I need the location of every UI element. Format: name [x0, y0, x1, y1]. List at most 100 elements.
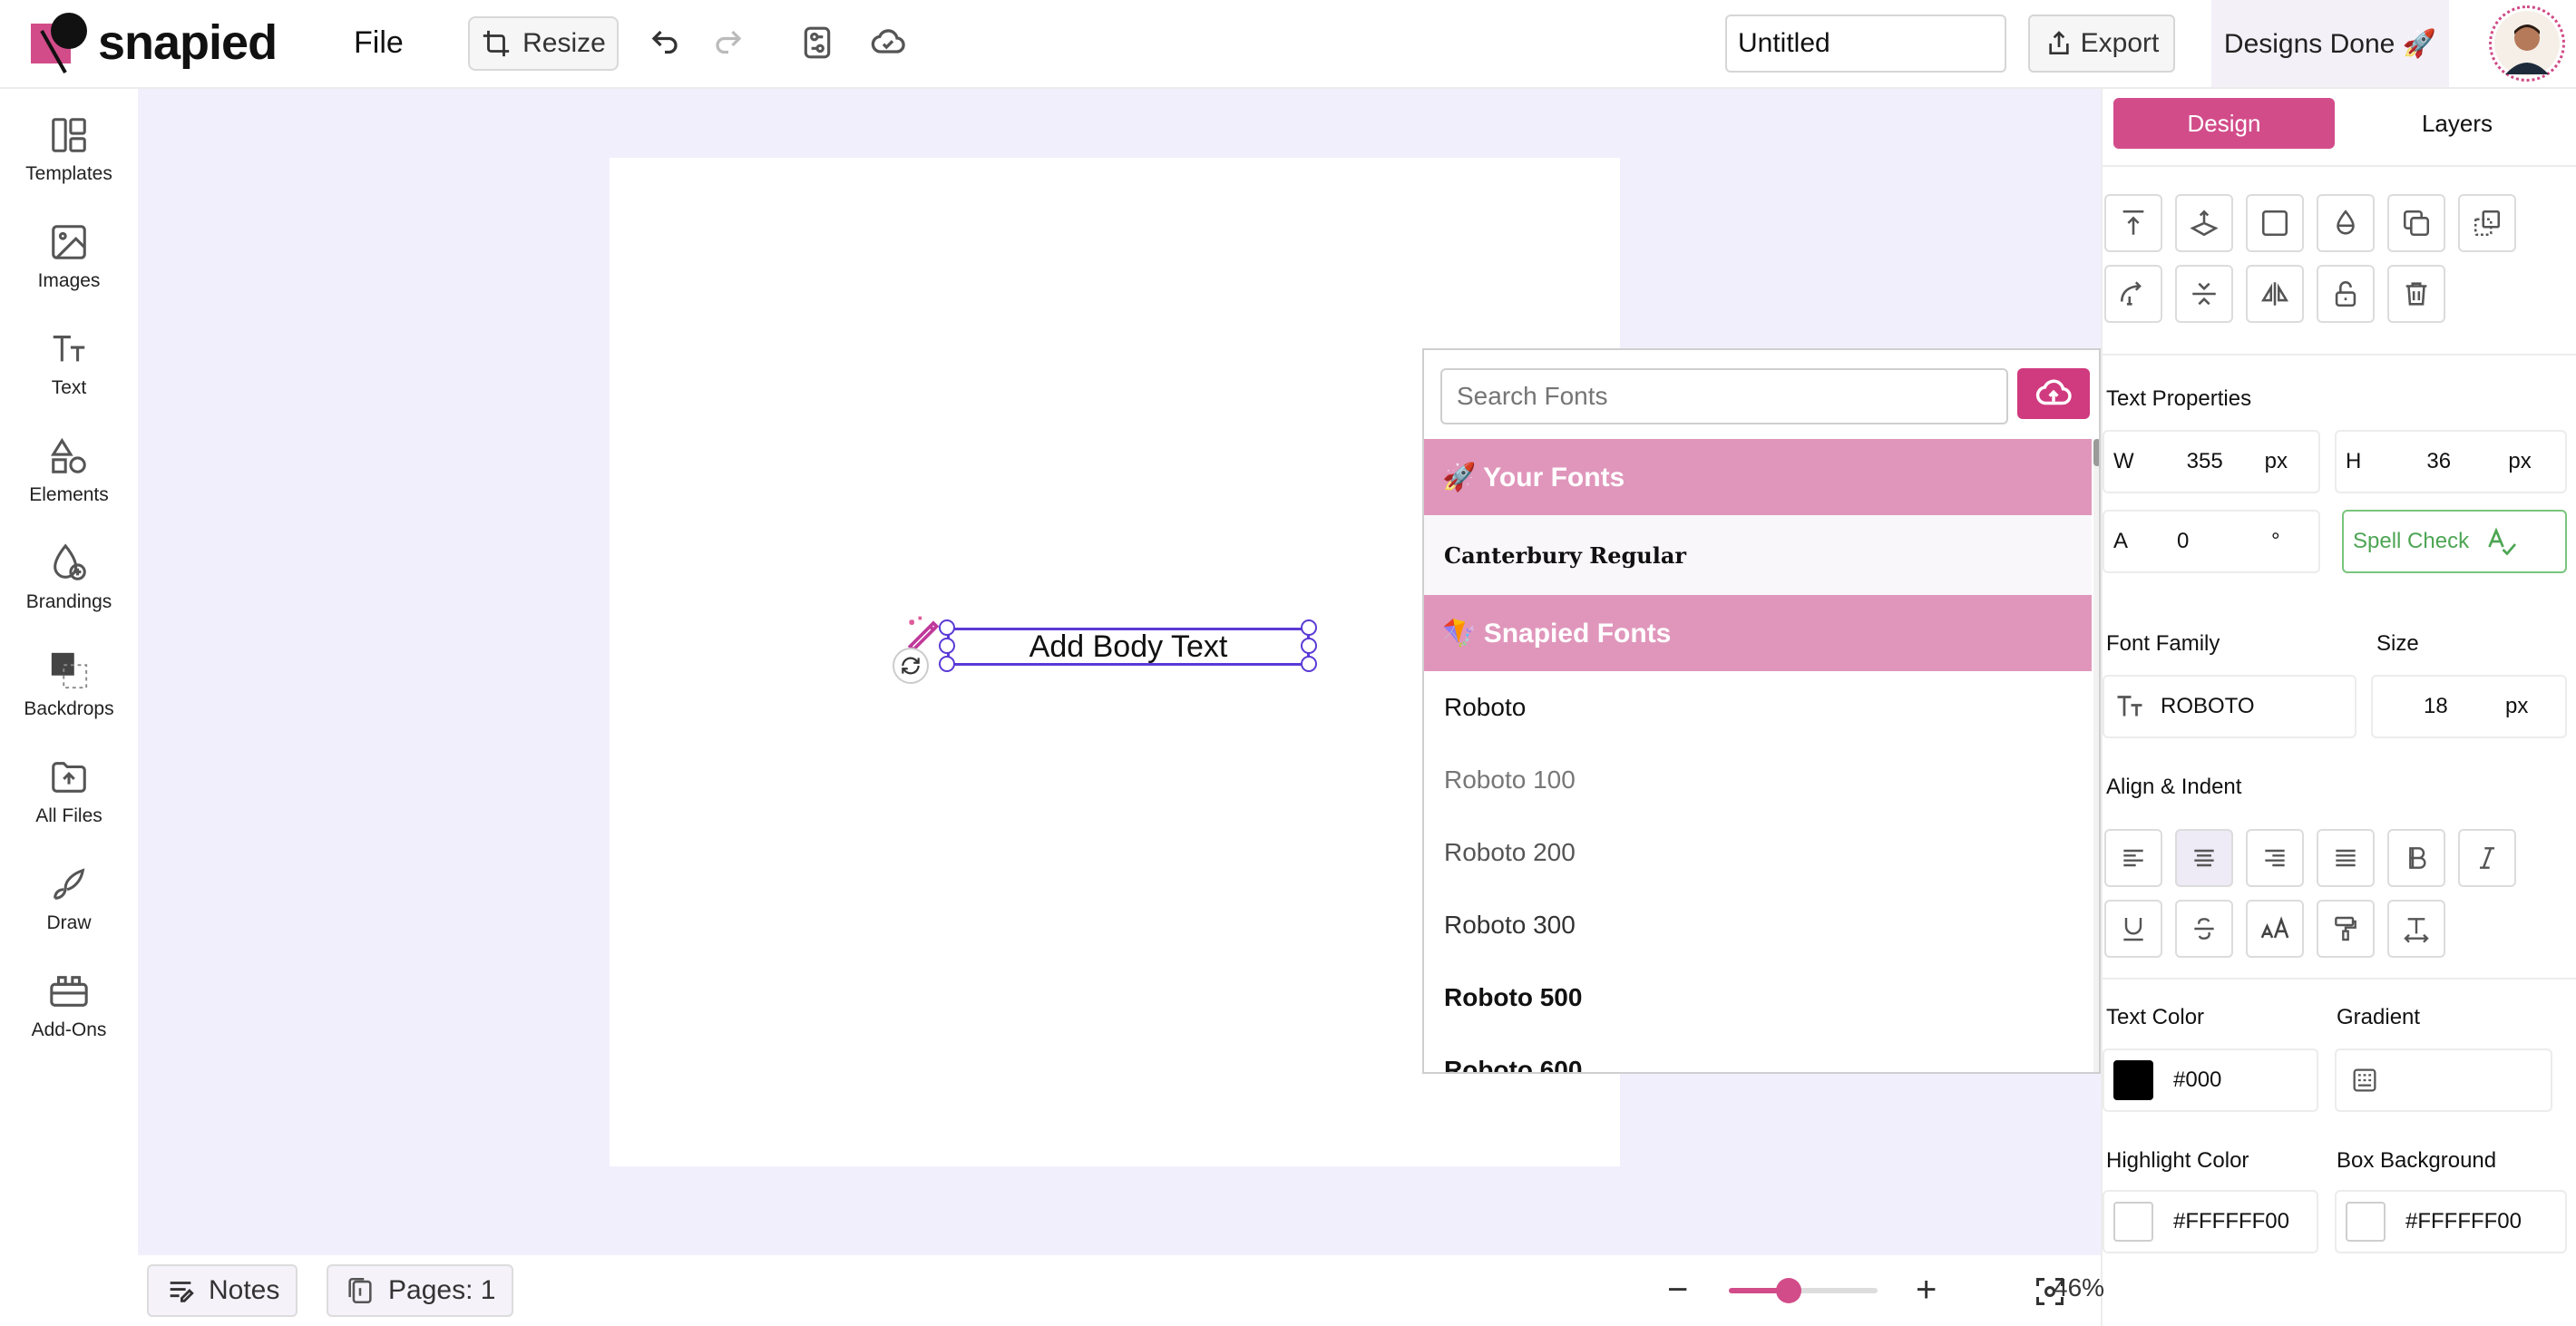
resize-handle-bottom-left[interactable] [939, 656, 955, 672]
highlight-color-swatch[interactable] [2113, 1202, 2153, 1242]
format-painter-button[interactable] [2317, 900, 2375, 958]
designs-done-button[interactable]: Designs Done 🚀 [2211, 0, 2449, 87]
canvas-text: Add Body Text [1029, 629, 1228, 664]
text-spacing-icon [2404, 918, 2429, 943]
sidebar-item-templates[interactable]: Templates [0, 114, 138, 214]
font-option-canterbury[interactable]: Canterbury Regular [1424, 515, 2092, 595]
align-center-vertical-button[interactable] [2175, 265, 2233, 323]
font-option-roboto-600[interactable]: Roboto 600 [1424, 1034, 2092, 1072]
font-list[interactable]: 🚀 Your Fonts Canterbury Regular 🪁 Snapie… [1424, 439, 2092, 1072]
cloud-save-button[interactable] [865, 20, 911, 65]
rotate-handle[interactable] [893, 648, 929, 684]
canvas-text-box[interactable]: Add Body Text [947, 628, 1310, 666]
font-type-icon [2117, 696, 2142, 717]
text-icon [53, 336, 85, 362]
notes-button[interactable]: Notes [147, 1264, 298, 1317]
resize-handle-right[interactable] [1301, 638, 1317, 654]
resize-handle-top-right[interactable] [1301, 619, 1317, 636]
font-family-selector[interactable]: ROBOTO [2103, 675, 2356, 738]
delete-button[interactable] [2387, 265, 2445, 323]
text-case-button[interactable] [2246, 900, 2304, 958]
box-background-swatch[interactable] [2346, 1202, 2386, 1242]
font-option-roboto-100[interactable]: Roboto 100 [1424, 744, 2092, 816]
font-option-roboto-500[interactable]: Roboto 500 [1424, 961, 2092, 1034]
divider [2103, 354, 2576, 356]
app-logo[interactable]: snapied [29, 11, 278, 74]
design-title-input[interactable] [1725, 15, 2006, 73]
sidebar-item-text[interactable]: Text [0, 328, 138, 428]
group-button[interactable] [2458, 194, 2516, 252]
text-properties-title: Text Properties [2106, 386, 2252, 411]
scrollbar-thumb[interactable] [2093, 439, 2099, 466]
sidebar-item-images[interactable]: Images [0, 221, 138, 321]
folder-upload-icon [52, 762, 86, 793]
align-right-button[interactable] [2246, 829, 2304, 887]
zoom-out-button[interactable]: − [1667, 1270, 1688, 1311]
justify-button[interactable] [2317, 829, 2375, 887]
gradient-picker[interactable] [2335, 1048, 2552, 1112]
angle-value[interactable]: 0 [2177, 529, 2259, 554]
zoom-slider[interactable] [1729, 1278, 1878, 1303]
font-search-input[interactable] [1440, 368, 2008, 424]
bold-button[interactable] [2387, 829, 2445, 887]
italic-button[interactable] [2458, 829, 2516, 887]
sidebar-item-all-files[interactable]: All Files [0, 756, 138, 856]
highlight-color-picker[interactable]: #FFFFFF00 [2103, 1190, 2318, 1253]
font-option-roboto-200[interactable]: Roboto 200 [1424, 816, 2092, 889]
resize-handle-left[interactable] [939, 638, 955, 654]
upload-font-button[interactable] [2017, 368, 2090, 419]
align-center-button[interactable] [2175, 829, 2233, 887]
tab-layers[interactable]: Layers [2353, 98, 2561, 149]
angle-field[interactable]: A 0 ° [2103, 510, 2320, 573]
export-button[interactable]: Export [2028, 15, 2175, 73]
text-color-picker[interactable]: #000 [2103, 1048, 2318, 1112]
height-value[interactable]: 36 [2426, 449, 2499, 474]
lock-button[interactable] [2317, 265, 2375, 323]
add-ons-icon [50, 976, 88, 1007]
font-list-scrollbar[interactable] [2093, 439, 2099, 1072]
text-color-swatch[interactable] [2113, 1060, 2153, 1100]
line-spacing-button[interactable] [2387, 900, 2445, 958]
sidebar-item-brandings[interactable]: Brandings [0, 542, 138, 642]
resize-handle-top-left[interactable] [939, 619, 955, 636]
sidebar-item-draw[interactable]: Draw [0, 863, 138, 963]
opacity-button[interactable] [2317, 194, 2375, 252]
spell-check-button[interactable]: Spell Check [2342, 510, 2567, 573]
redo-button[interactable] [706, 20, 751, 65]
undo-button[interactable] [642, 20, 688, 65]
align-left-button[interactable] [2104, 829, 2162, 887]
curve-text-button[interactable] [2104, 265, 2162, 323]
settings-button[interactable] [795, 20, 840, 65]
redo-icon [716, 30, 742, 54]
height-field[interactable]: H 36 px [2335, 430, 2567, 493]
resize-button[interactable]: Resize [468, 16, 619, 71]
align-top-button[interactable] [2104, 194, 2162, 252]
resize-label: Resize [522, 28, 606, 58]
position-button[interactable] [2246, 194, 2304, 252]
trash-icon [2405, 282, 2427, 306]
pages-button[interactable]: Pages: 1 [327, 1264, 514, 1317]
bring-forward-button[interactable] [2175, 194, 2233, 252]
sidebar-item-backdrops[interactable]: Backdrops [0, 649, 138, 749]
underline-button[interactable] [2104, 900, 2162, 958]
resize-handle-bottom-right[interactable] [1301, 656, 1317, 672]
flip-horizontal-icon [2260, 282, 2289, 306]
zoom-slider-thumb[interactable] [1776, 1278, 1801, 1303]
fit-screen-button[interactable] [2034, 1275, 2066, 1312]
sidebar-item-add-ons[interactable]: Add-Ons [0, 970, 138, 1070]
font-size-value[interactable]: 18 [2424, 694, 2478, 719]
width-value[interactable]: 355 [2187, 449, 2259, 474]
flip-button[interactable] [2246, 265, 2304, 323]
font-option-roboto[interactable]: Roboto [1424, 671, 2092, 744]
tab-design[interactable]: Design [2113, 98, 2335, 149]
file-menu[interactable]: File [354, 25, 404, 61]
duplicate-button[interactable] [2387, 194, 2445, 252]
zoom-in-button[interactable]: + [1916, 1270, 1937, 1311]
sidebar-item-elements[interactable]: Elements [0, 435, 138, 535]
font-option-roboto-300[interactable]: Roboto 300 [1424, 889, 2092, 961]
strikethrough-button[interactable] [2175, 900, 2233, 958]
font-size-field[interactable]: 18 px [2371, 675, 2567, 738]
width-field[interactable]: W 355 px [2103, 430, 2320, 493]
avatar[interactable] [2489, 5, 2565, 82]
box-background-picker[interactable]: #FFFFFF00 [2335, 1190, 2567, 1253]
